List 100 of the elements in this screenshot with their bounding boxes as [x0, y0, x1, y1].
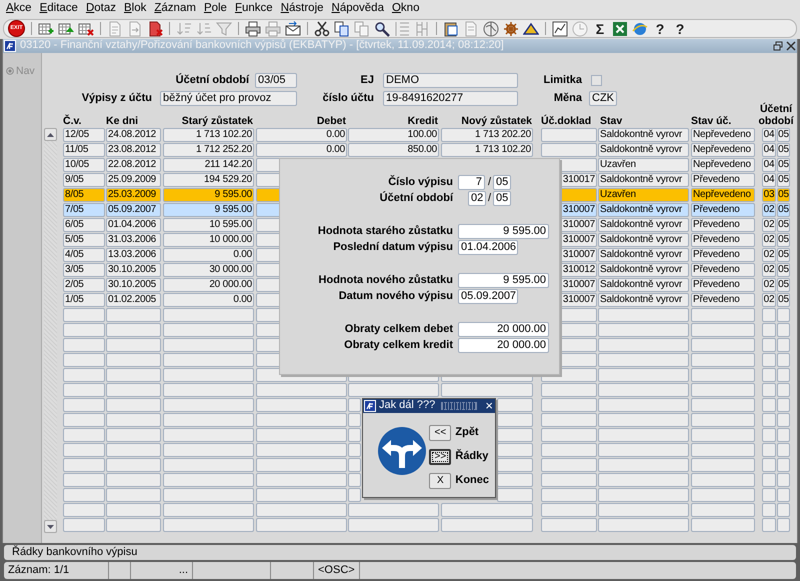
table-cell[interactable]: 2/05 [63, 278, 105, 292]
table-cell[interactable] [541, 503, 597, 517]
table-cell[interactable] [691, 518, 755, 532]
table-cell[interactable] [691, 503, 755, 517]
table-cell[interactable] [691, 368, 755, 382]
table-cell[interactable] [598, 368, 689, 382]
menu-item[interactable]: Pole [200, 2, 231, 16]
button[interactable]: << [429, 425, 452, 441]
mail-icon[interactable] [284, 20, 302, 37]
button[interactable]: X [429, 473, 452, 489]
menu-item[interactable]: Funkce [230, 2, 277, 16]
table-cell[interactable] [63, 503, 105, 517]
table-cell[interactable] [163, 458, 254, 472]
table-cell[interactable]: 10/05 [63, 158, 105, 172]
spreadsheet-icon[interactable] [610, 20, 630, 37]
table-cell[interactable] [762, 338, 776, 352]
table-cell[interactable] [598, 398, 689, 412]
table-cell[interactable]: Převedeno [691, 233, 755, 247]
table-cell[interactable] [63, 368, 105, 382]
table-cell[interactable]: 25.09.2009 [106, 173, 161, 187]
triangle-icon[interactable] [522, 20, 540, 37]
table-cell[interactable] [691, 308, 755, 322]
text-field[interactable]: 05 [493, 175, 511, 190]
table-cell[interactable] [762, 383, 776, 397]
table-cell[interactable]: 05 [777, 188, 790, 202]
table-cell[interactable]: 7/05 [63, 203, 105, 217]
table-cell[interactable] [598, 518, 689, 532]
table-cell[interactable]: 194 529.20 [163, 173, 254, 187]
table-cell[interactable]: 05.09.2007 [106, 203, 161, 217]
table-cell[interactable]: 1 713 102.20 [163, 128, 254, 142]
table-cell[interactable]: 05 [777, 248, 790, 262]
table-cell[interactable]: Převedeno [691, 278, 755, 292]
copy-icon[interactable] [332, 20, 352, 37]
text-field[interactable]: 01.04.2006 [458, 240, 518, 255]
text-field[interactable]: 7 [458, 175, 485, 190]
table-cell[interactable] [106, 503, 161, 517]
text-field[interactable]: CZK [589, 91, 617, 106]
table-cell[interactable] [348, 428, 361, 442]
table-cell[interactable] [762, 503, 776, 517]
text-field[interactable]: běžný účet pro provoz [160, 91, 297, 106]
menu-item[interactable]: Dotaz [82, 2, 120, 16]
table-cell[interactable]: 1 712 252.20 [163, 143, 254, 157]
toolbar-button[interactable]: ? [670, 20, 690, 37]
table-cell[interactable] [163, 518, 254, 532]
table-cell[interactable]: 9 595.00 [163, 188, 254, 202]
table-cell[interactable] [163, 443, 254, 457]
table-cell[interactable] [63, 458, 105, 472]
table-cell[interactable]: 22.08.2012 [106, 158, 161, 172]
table-cell[interactable] [106, 413, 161, 427]
table-cell[interactable] [777, 308, 790, 322]
table-cell[interactable]: 04 [762, 158, 776, 172]
table-cell[interactable] [598, 488, 689, 502]
table-cell[interactable] [106, 368, 161, 382]
table-cell[interactable] [598, 323, 689, 337]
table-cell[interactable]: Saldokontně vyrovr [598, 278, 689, 292]
text-field[interactable]: 9 595.00 [458, 224, 549, 239]
table-cell[interactable] [348, 518, 439, 532]
table-cell[interactable] [691, 413, 755, 427]
table-cell[interactable]: 10 595.00 [163, 218, 254, 232]
table-cell[interactable]: Nepřevedeno [691, 143, 755, 157]
table-cell[interactable]: Saldokontně vyrovr [598, 293, 689, 307]
table-cell[interactable]: 04 [762, 128, 776, 142]
table-cell[interactable] [598, 338, 689, 352]
table-cell[interactable] [691, 458, 755, 472]
table-cell[interactable] [762, 458, 776, 472]
table-cell[interactable]: 02 [762, 263, 776, 277]
table-cell[interactable] [163, 308, 254, 322]
table-cell[interactable] [762, 443, 776, 457]
table-cell[interactable] [777, 473, 790, 487]
table-cell[interactable] [256, 428, 347, 442]
scissors-icon[interactable] [312, 20, 332, 37]
table-cell[interactable] [63, 488, 105, 502]
table-cell[interactable] [541, 413, 597, 427]
close-button[interactable]: × [484, 400, 494, 412]
table-cell[interactable]: 0.00 [256, 128, 347, 142]
table-cell[interactable]: Nepřevedeno [691, 188, 755, 202]
table-cell[interactable] [777, 458, 790, 472]
table-cell[interactable]: Saldokontně vyrovr [598, 173, 689, 187]
table-cell[interactable]: 05 [777, 293, 790, 307]
table-cell[interactable]: 24.08.2012 [106, 128, 161, 142]
table-cell[interactable] [598, 458, 689, 472]
table-cell[interactable] [762, 413, 776, 427]
table-cell[interactable]: Převedeno [691, 263, 755, 277]
text-field[interactable]: DEMO [383, 73, 518, 88]
table-cell[interactable] [777, 488, 790, 502]
table-cell[interactable] [256, 398, 347, 412]
table-cell[interactable]: 02 [762, 248, 776, 262]
table-cell[interactable]: Saldokontně vyrovr [598, 218, 689, 232]
table-cell[interactable]: 04 [762, 143, 776, 157]
table-cell[interactable]: 12/05 [63, 128, 105, 142]
table-cell[interactable] [762, 473, 776, 487]
table-cell[interactable] [598, 503, 689, 517]
table-cell[interactable] [691, 323, 755, 337]
menu-item[interactable]: Blok [120, 2, 150, 16]
table-cell[interactable] [598, 353, 689, 367]
table-cell[interactable]: 4/05 [63, 248, 105, 262]
table-cell[interactable] [691, 443, 755, 457]
table-cell[interactable] [106, 353, 161, 367]
table-cell[interactable] [598, 308, 689, 322]
table-cell[interactable]: 30.10.2005 [106, 278, 161, 292]
